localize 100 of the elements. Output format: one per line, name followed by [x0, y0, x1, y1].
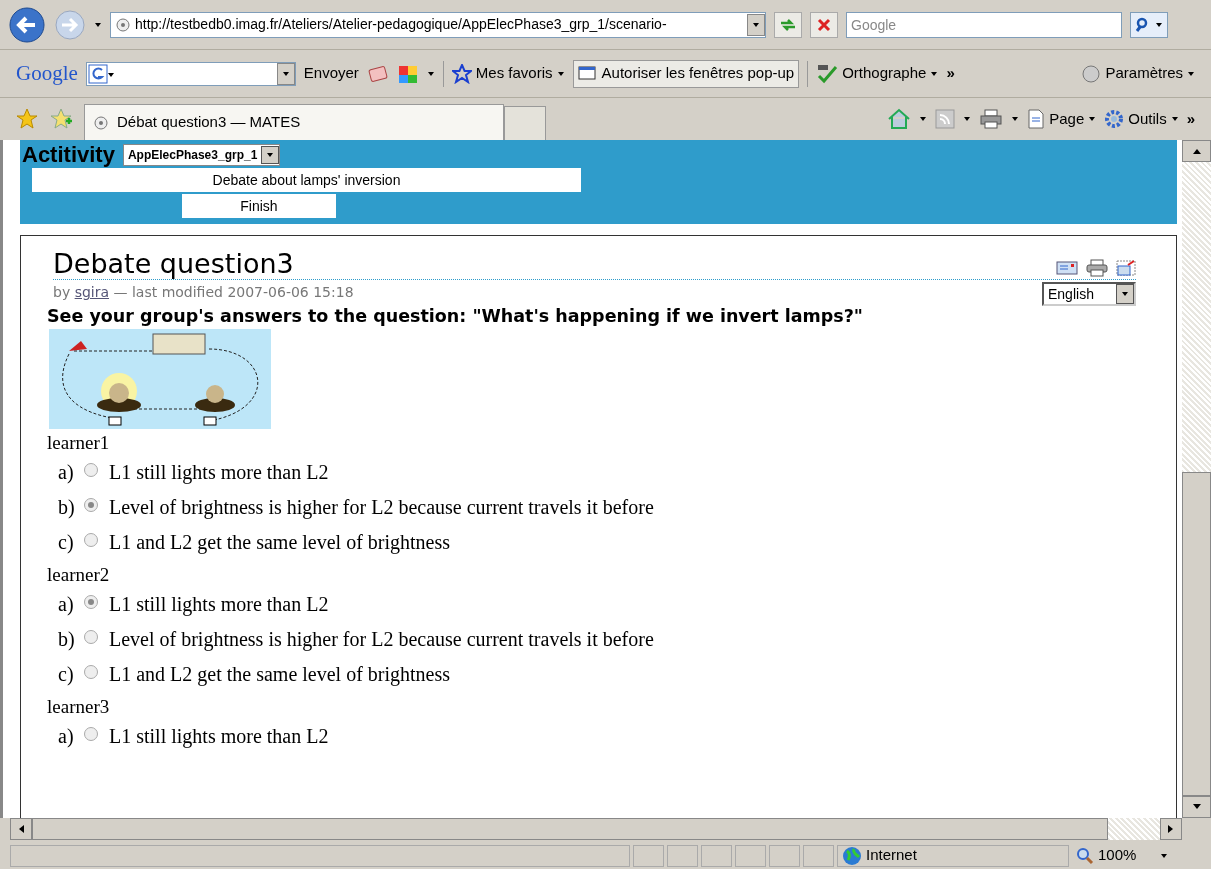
status-panel	[633, 844, 664, 867]
send-button[interactable]: Envoyer	[303, 62, 359, 85]
settings-button[interactable]: Paramètres	[1081, 62, 1195, 85]
option-text: L1 still lights more than L2	[109, 591, 329, 618]
fullscreen-icon[interactable]	[1116, 260, 1136, 276]
favorites-star-icon[interactable]	[16, 108, 38, 130]
language-select[interactable]: English	[1042, 282, 1136, 306]
toolbar-search-field[interactable]	[85, 61, 296, 86]
caret-icon	[281, 69, 290, 78]
status-panel	[735, 844, 766, 867]
circle-icon	[1081, 63, 1102, 84]
option-letter: b)	[58, 626, 76, 652]
status-panel	[667, 844, 698, 867]
option-letter: b)	[58, 494, 76, 520]
caret-left-icon	[17, 824, 25, 834]
star-outline-icon	[451, 63, 472, 84]
printer-icon[interactable]	[979, 109, 1004, 129]
activity-label: Actitivity	[22, 144, 115, 166]
globe-icon	[842, 845, 862, 866]
learner-name: learner3	[47, 696, 111, 719]
caret-icon	[930, 69, 939, 78]
option-text: L1 still lights more than L2	[109, 723, 329, 750]
option-letter: a)	[58, 723, 75, 749]
caret-icon[interactable]	[919, 115, 928, 123]
refresh-button[interactable]	[774, 11, 802, 38]
page-icon	[115, 16, 131, 33]
learner-name: learner2	[47, 564, 111, 587]
scroll-right-button[interactable]	[1160, 818, 1182, 840]
magnifier-icon	[1076, 846, 1094, 865]
envelope-icon[interactable]	[1056, 261, 1078, 275]
caret-icon[interactable]	[1011, 115, 1020, 123]
toolbar-logo: Google	[16, 59, 78, 87]
author-link[interactable]: sgira	[74, 284, 110, 300]
question-text: See your group's answers to the question: "What's happening if we invert lamps?"	[47, 305, 864, 328]
add-favorite-icon[interactable]	[50, 108, 72, 130]
option-letter: a)	[58, 591, 75, 617]
caret-icon	[1170, 115, 1179, 123]
scrollbar-thumb[interactable]	[32, 818, 1108, 840]
gear-icon	[1104, 109, 1125, 129]
search-button[interactable]	[1130, 11, 1168, 38]
caret-icon	[1155, 20, 1163, 29]
option-text: L1 and L2 get the same level of brightness	[109, 529, 450, 556]
page-menu[interactable]: Page	[1027, 107, 1097, 131]
printer-icon[interactable]	[1086, 259, 1108, 277]
refresh-arrows-icon	[779, 16, 797, 33]
overflow-chevron[interactable]: »	[946, 62, 955, 85]
activity-step-button[interactable]: Debate about lamps' inversion	[32, 168, 581, 192]
caret-icon[interactable]	[426, 69, 435, 78]
zoom-control[interactable]: 100%	[1072, 844, 1172, 867]
spell-check-icon	[816, 63, 839, 84]
document-icon	[1027, 109, 1046, 129]
caret-icon	[556, 69, 565, 78]
status-panel	[803, 844, 834, 867]
option-letter: c)	[58, 529, 75, 555]
status-panel	[769, 844, 800, 867]
favorites-button[interactable]: Mes favoris	[451, 62, 565, 85]
option-letter: a)	[58, 459, 75, 485]
byline: by sgira — last modified 2007-06-06 15:18	[53, 283, 354, 302]
popup-toggle-button[interactable]: Autoriser les fenêtres pop-up	[572, 59, 800, 88]
caret-icon[interactable]	[94, 20, 102, 29]
page-icon	[93, 114, 109, 131]
option-text: Level of brightness is higher for L2 because current travels it before	[109, 626, 654, 653]
activity-step-button[interactable]: Finish	[182, 194, 336, 218]
option-text: L1 still lights more than L2	[109, 459, 329, 486]
caret-icon	[1187, 69, 1195, 78]
option-text: L1 and L2 get the same level of brightness	[109, 661, 450, 688]
learner-name: learner1	[47, 432, 111, 455]
letter-tile-icon	[86, 62, 115, 85]
window-icon	[577, 64, 598, 83]
status-panel	[701, 844, 732, 867]
scroll-left-button[interactable]	[10, 818, 32, 840]
scroll-up-button[interactable]	[1182, 140, 1211, 162]
scroll-down-button[interactable]	[1182, 796, 1211, 818]
option-text: Level of brightness is higher for L2 because current travels it before	[109, 494, 654, 521]
feed-icon[interactable]	[935, 109, 956, 129]
caret-up-icon	[1191, 147, 1202, 155]
tools-menu[interactable]: Outils	[1104, 107, 1179, 131]
stop-button[interactable]	[810, 11, 838, 38]
close-icon	[817, 17, 831, 32]
caret-icon	[1088, 115, 1097, 123]
caret-icon	[1191, 803, 1202, 811]
address-bar[interactable]: http://testbedb0.imag.fr/Ateliers/Atelier-pedagogique/AppElecPhase3_grp_1/scenario-	[110, 11, 766, 38]
security-zone: Internet	[837, 844, 1069, 867]
activity-select[interactable]: AppElecPhase3_grp_1	[122, 144, 281, 166]
spelling-button[interactable]: Orthographe	[816, 62, 939, 85]
search-field[interactable]: Google	[846, 11, 1122, 38]
document-title: Debate question3	[53, 250, 294, 277]
new-tab-button[interactable]	[504, 106, 546, 140]
blocks-icon[interactable]	[396, 63, 419, 84]
overflow-chevron[interactable]: »	[1186, 107, 1195, 131]
scrollbar-thumb[interactable]	[1182, 472, 1211, 796]
caret-icon	[752, 20, 760, 29]
caret-icon[interactable]	[963, 115, 972, 123]
option-letter: c)	[58, 661, 75, 687]
dropdown-button[interactable]	[747, 13, 765, 36]
caret-icon	[1160, 851, 1168, 860]
address-text: http://testbedb0.imag.fr/Ateliers/Atelier-pedagogique/AppElecPhase3_grp_1/scenario-	[135, 15, 668, 34]
caret-right-icon	[1167, 824, 1175, 834]
browser-tab[interactable]: Débat question3 — MATES	[84, 104, 504, 140]
caret-icon	[1121, 290, 1129, 298]
